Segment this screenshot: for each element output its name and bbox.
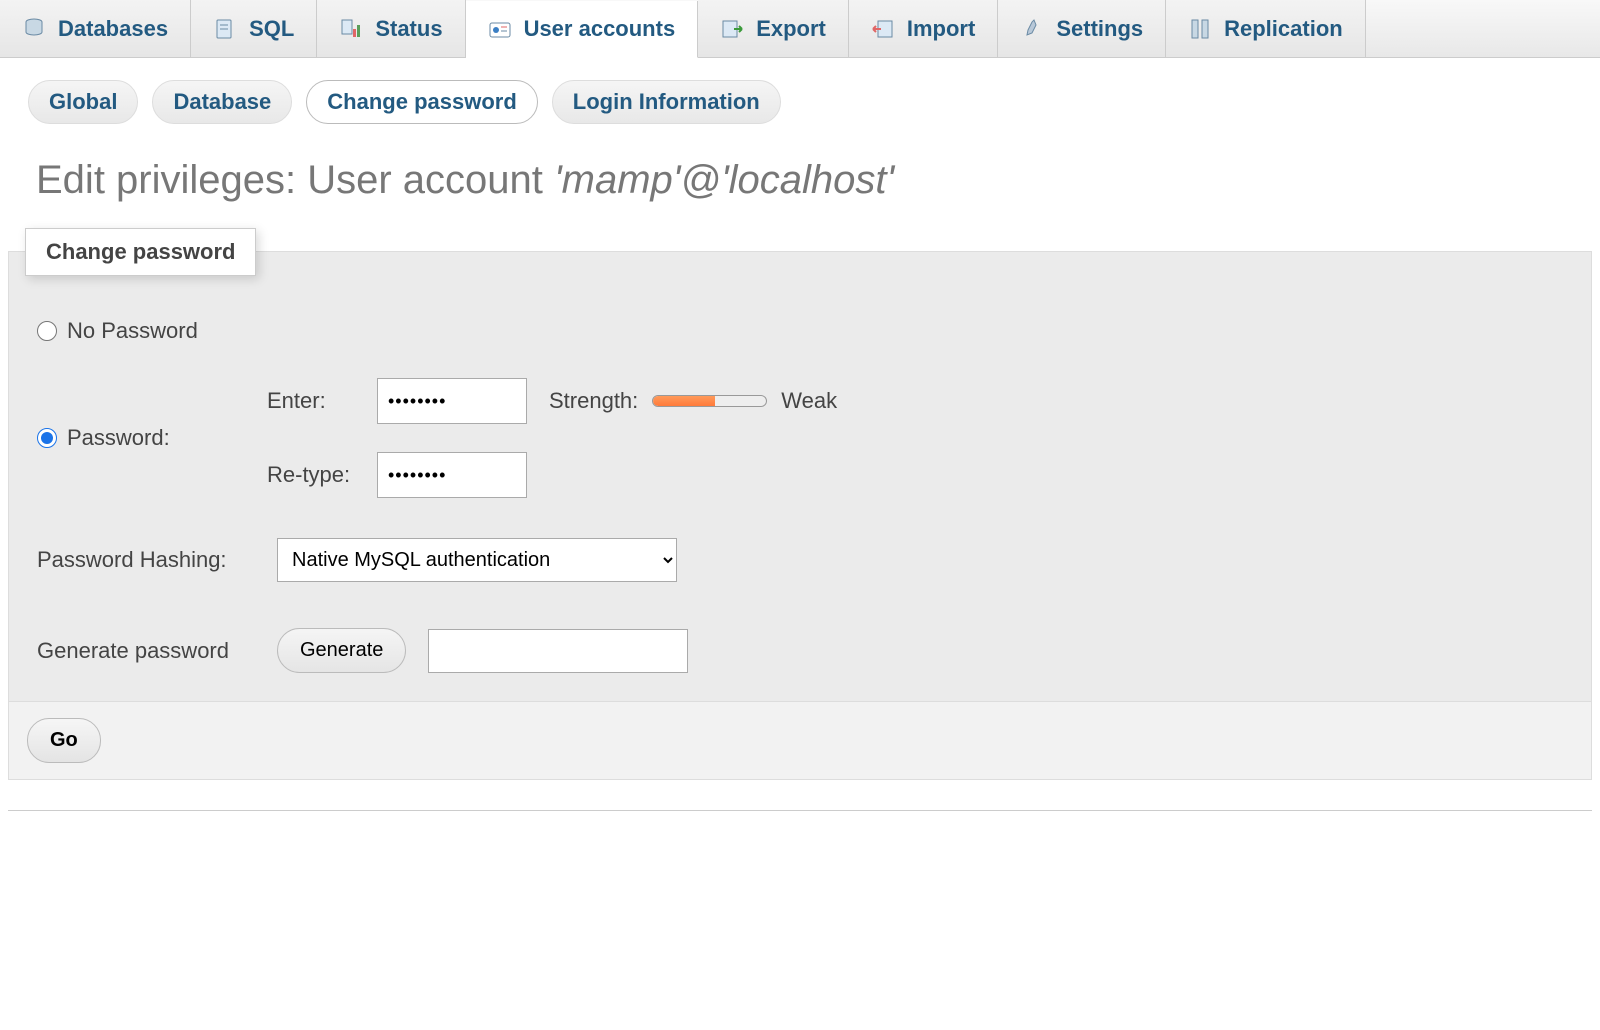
tab-label: Status [375,16,442,42]
divider [8,810,1592,811]
generate-button[interactable]: Generate [277,628,406,673]
tab-user-accounts[interactable]: User accounts [466,1,699,58]
tab-label: Import [907,16,975,42]
export-icon [720,17,744,41]
tab-label: Replication [1224,16,1343,42]
password-enter-input[interactable] [377,378,527,424]
footer-bar: Go [8,702,1592,780]
generated-password-input[interactable] [428,629,688,673]
hashing-label: Password Hashing: [37,547,277,573]
password-retype-input[interactable] [377,452,527,498]
title-prefix: Edit privileges: User account [36,158,554,202]
tab-import[interactable]: Import [849,0,998,57]
settings-icon [1020,17,1044,41]
tab-databases[interactable]: Databases [0,0,191,57]
import-icon [871,17,895,41]
tab-export[interactable]: Export [698,0,849,57]
subtab-database[interactable]: Database [152,80,292,124]
subtab-change-password[interactable]: Change password [306,80,537,124]
user-accounts-icon [488,17,512,41]
hashing-select[interactable]: Native MySQL authentication [277,538,677,582]
page-title: Edit privileges: User account 'mamp'@'lo… [0,134,1600,233]
tab-label: Settings [1056,16,1143,42]
tab-status[interactable]: Status [317,0,465,57]
tab-label: SQL [249,16,294,42]
tab-label: Databases [58,16,168,42]
retype-label: Re-type: [267,462,377,488]
subtab-login-info[interactable]: Login Information [552,80,781,124]
strength-label: Strength: [549,388,638,414]
go-button[interactable]: Go [27,718,101,763]
database-icon [22,17,46,41]
sub-tabs: Global Database Change password Login In… [0,58,1600,134]
replication-icon [1188,17,1212,41]
enter-label: Enter: [267,388,377,414]
password-label[interactable]: Password: [67,425,170,451]
generate-label: Generate password [37,638,277,664]
change-password-fieldset: Change password No Password Password: En… [8,251,1592,702]
tab-settings[interactable]: Settings [998,0,1166,57]
top-tabs: Databases SQL Status User accounts Expor… [0,0,1600,58]
strength-meter [652,395,767,407]
password-radio[interactable] [37,428,57,448]
tab-label: User accounts [524,16,676,42]
status-icon [339,17,363,41]
no-password-radio[interactable] [37,321,57,341]
fieldset-legend: Change password [25,228,256,276]
title-account: 'mamp'@'localhost' [554,158,894,202]
strength-text: Weak [781,388,837,414]
subtab-global[interactable]: Global [28,80,138,124]
sql-icon [213,17,237,41]
no-password-label[interactable]: No Password [67,318,198,344]
tab-sql[interactable]: SQL [191,0,317,57]
tab-replication[interactable]: Replication [1166,0,1366,57]
tab-label: Export [756,16,826,42]
